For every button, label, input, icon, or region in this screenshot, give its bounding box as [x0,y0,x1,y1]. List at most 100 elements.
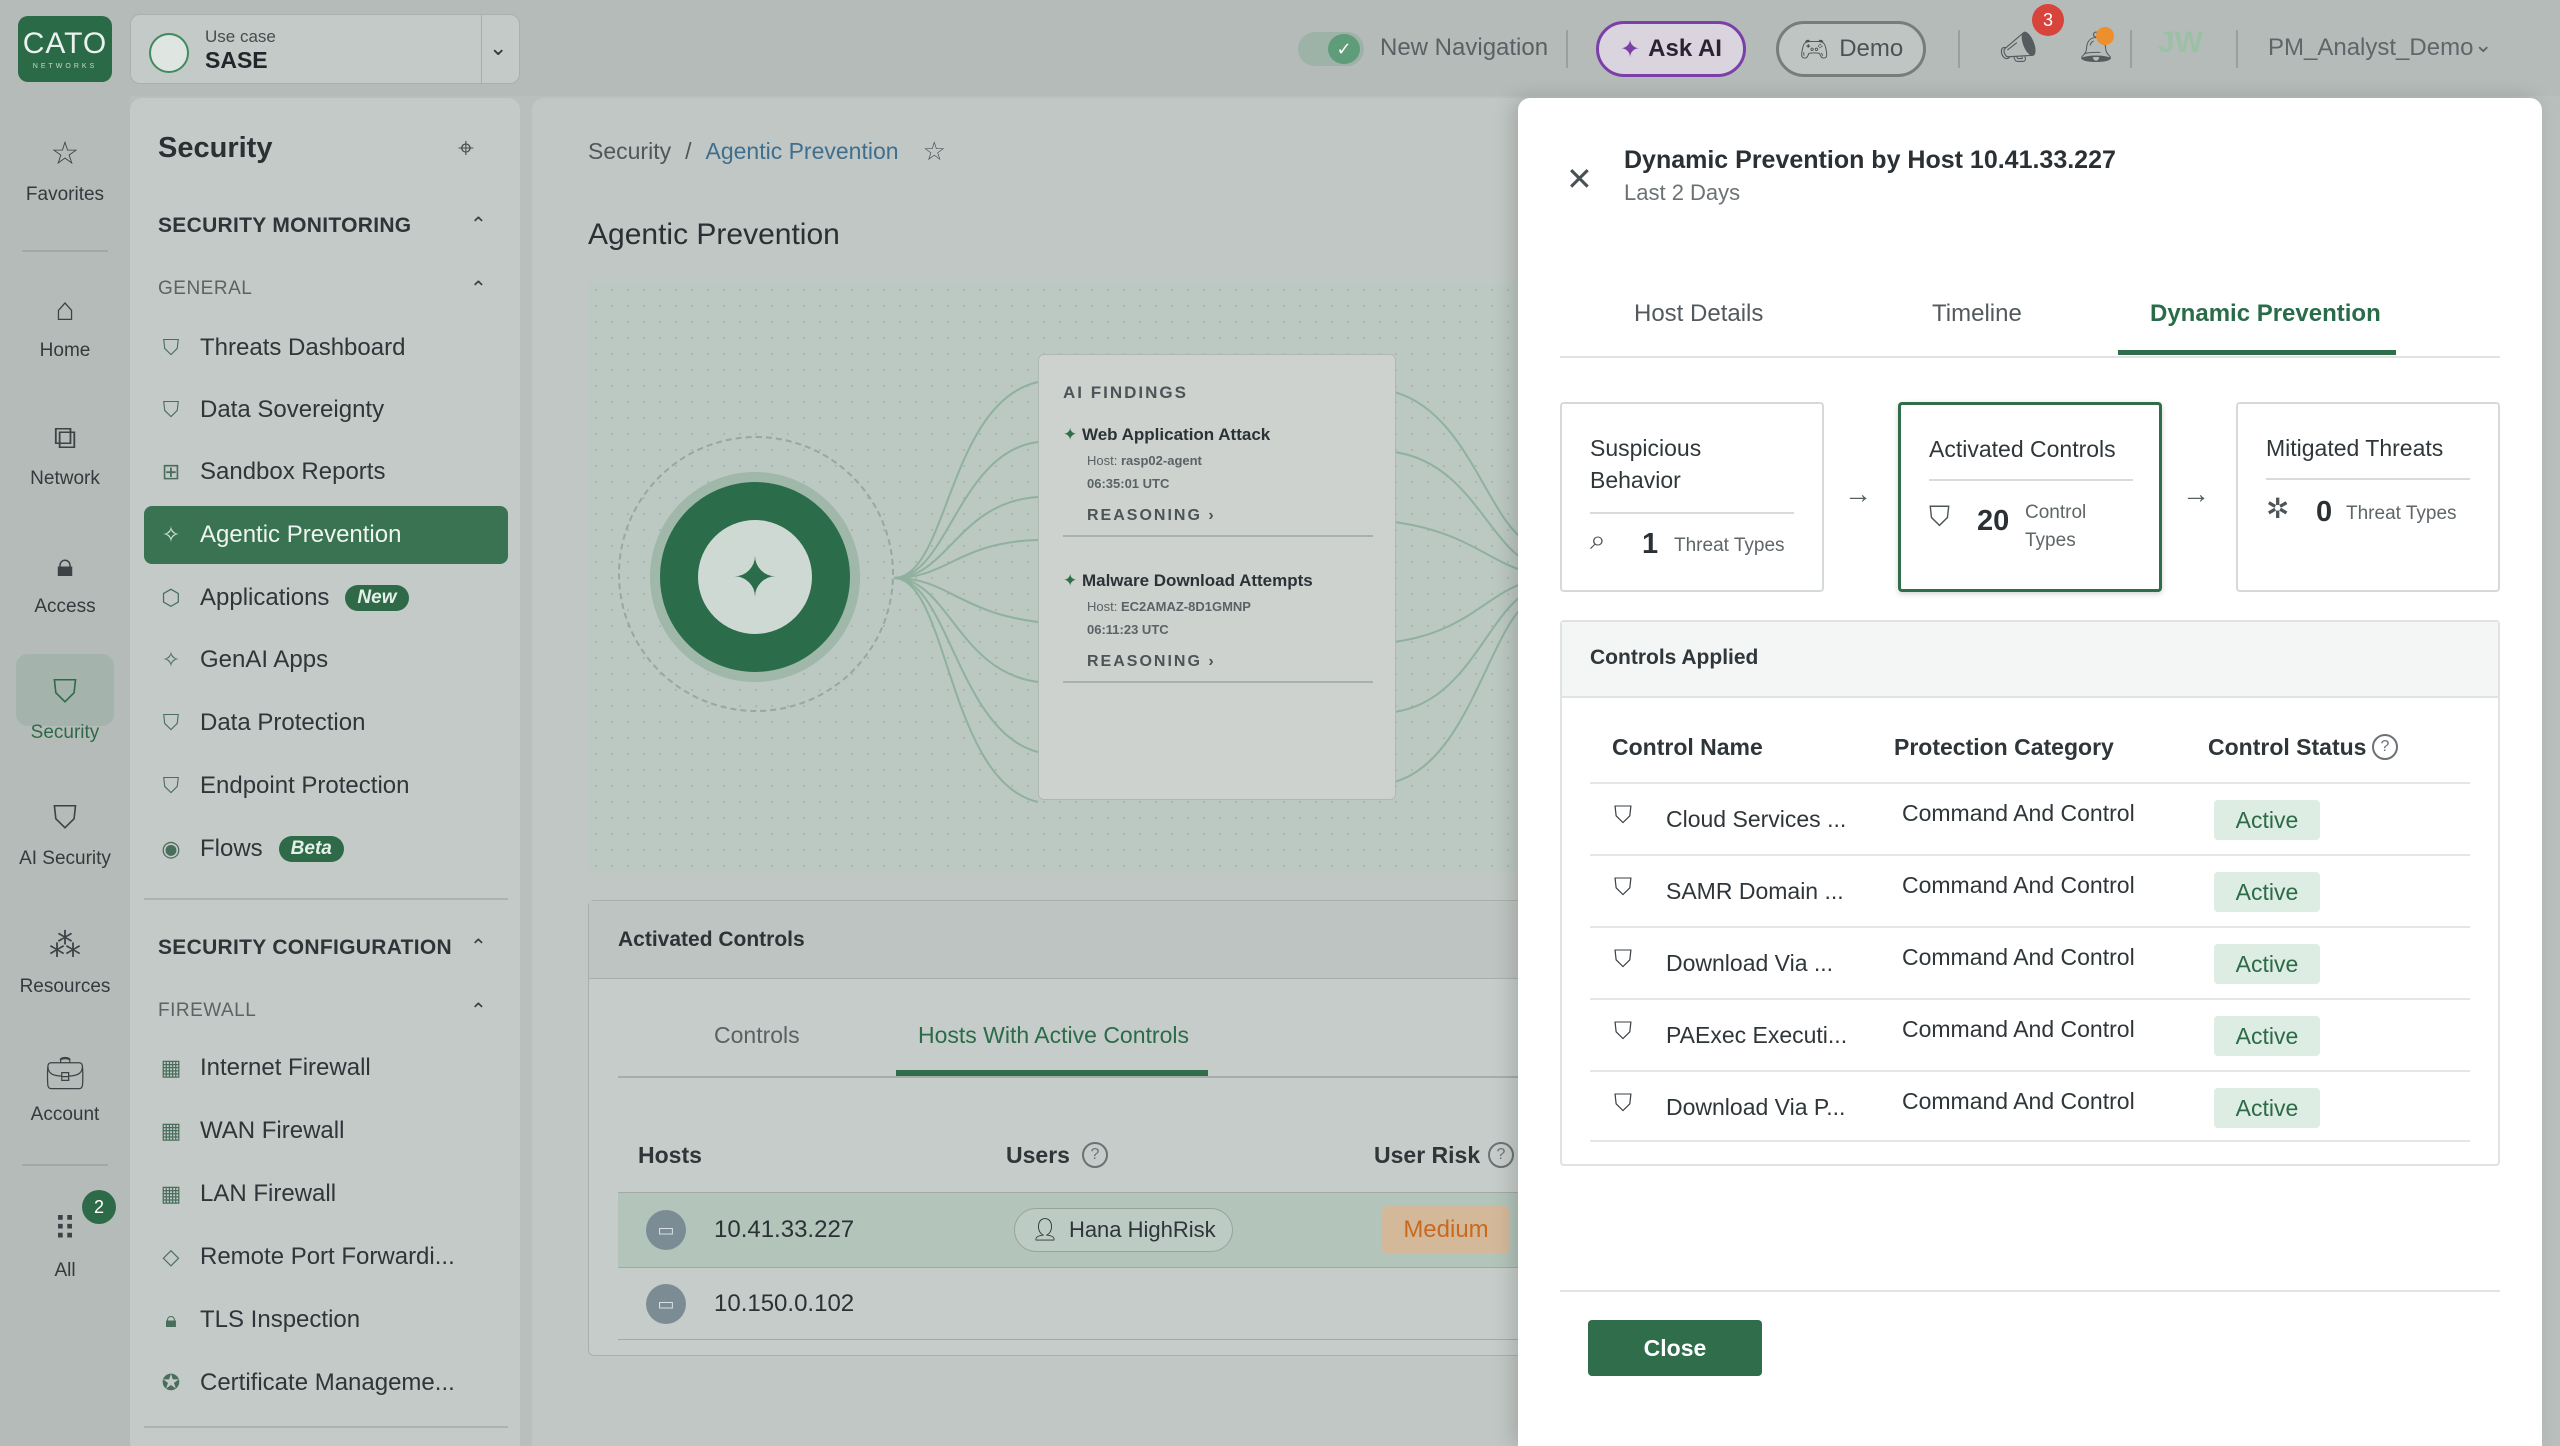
column-header-hosts[interactable]: Hosts [638,1142,702,1169]
new-navigation-toggle[interactable]: ✓ [1298,32,1364,66]
column-header-user-risk[interactable]: User Risk [1374,1142,1480,1169]
chevron-up-icon[interactable]: ⌃ [470,276,487,301]
tab-dynamic-prevention[interactable]: Dynamic Prevention [2150,300,2381,328]
sidebar-item-agentic-prevention[interactable]: ✧ Agentic Prevention [158,515,402,555]
drawer-subtitle: Last 2 Days [1624,180,1741,205]
sidebar-item-data-protection[interactable]: ⛉ Data Protection [158,703,366,743]
sidebar-item-endpoint-protection[interactable]: ⛉ Endpoint Protection [158,766,410,806]
sidebar-item-lan-firewall[interactable]: ▦ LAN Firewall [158,1174,336,1214]
tab-hosts-with-active-controls[interactable]: Hosts With Active Controls [918,1022,1189,1049]
section-security-monitoring[interactable]: SECURITY MONITORING [158,214,411,238]
sidebar-item-label: Data Sovereignty [200,396,385,423]
table-row[interactable]: ⛉ PAExec Executi... Command And Control … [1590,998,2470,1070]
stage-suspicious-behavior[interactable]: Suspicious Behavior ⌕ 1 Threat Types [1560,402,1824,592]
tab-timeline[interactable]: Timeline [1932,300,2022,328]
user-avatar[interactable]: JW [2158,26,2203,60]
megaphone-icon[interactable]: 📣︎ [1996,26,2040,70]
divider [2266,478,2470,480]
target-icon: ◉ [161,836,181,861]
help-icon[interactable]: ? [1488,1142,1514,1168]
breadcrumb-root[interactable]: Security [588,138,671,165]
rail-item-access[interactable]: 🔒︎ Access [0,542,130,618]
rail-item-home[interactable]: ⌂ Home [0,286,130,362]
table-row[interactable]: ⛉ Download Via P... Command And Control … [1590,1070,2470,1142]
control-name[interactable]: Download Via ... [1666,950,1833,977]
rail-item-ai-security[interactable]: ⛉ AI Security [0,794,130,870]
star-icon[interactable]: ☆ [923,136,946,167]
breadcrumb-separator: / [685,138,692,164]
table-row[interactable]: ⛉ Download Via ... Command And Control A… [1590,926,2470,998]
use-case-selector[interactable]: Use case SASE ⌄ [130,14,520,84]
help-icon[interactable]: ? [1082,1142,1108,1168]
finding-item[interactable]: ✦ Web Application Attack Host: rasp02-ag… [1063,425,1373,537]
chevron-down-icon[interactable]: ⌄ [2474,32,2492,58]
control-name[interactable]: Cloud Services ... [1666,806,1846,833]
chevron-up-icon[interactable]: ⌃ [470,934,487,959]
finding-item[interactable]: ✦ Malware Download Attempts Host: EC2AMA… [1063,571,1373,683]
sidebar-item-genai-apps[interactable]: ✧ GenAI Apps [158,640,328,680]
sparkle-icon: ✦ [1063,571,1082,590]
chevron-down-icon[interactable]: ⌄ [489,35,507,61]
ask-ai-button[interactable]: ✦ Ask AI [1596,21,1746,77]
divider [22,1164,108,1166]
cato-logo[interactable]: CATO NETWORKS [18,16,112,82]
sidebar-item-applications[interactable]: ⬡ Applications New [158,578,409,618]
finding-time: 06:35:01 UTC [1087,476,1170,491]
chevron-up-icon[interactable]: ⌃ [470,212,487,237]
tab-host-details[interactable]: Host Details [1634,300,1763,328]
active-tab-indicator [896,1070,1208,1076]
rail-item-network[interactable]: ⧉ Network [0,414,130,490]
help-icon[interactable]: ? [2372,734,2398,760]
sidebar-item-data-sovereignty[interactable]: ⛉ Data Sovereignty [158,390,384,430]
sidebar-item-sandbox-reports[interactable]: ⊞ Sandbox Reports [158,452,386,492]
demo-button[interactable]: 🎮︎ Demo [1776,21,1926,77]
notification-dot [2096,27,2114,45]
column-header-users[interactable]: Users [1006,1142,1070,1169]
unpin-icon[interactable]: ⌖ [458,132,474,165]
sidebar-item-remote-port-forwarding[interactable]: ◇ Remote Port Forwardi... [158,1237,455,1277]
stage-mitigated-threats[interactable]: Mitigated Threats ✲ 0 Threat Types [2236,402,2500,592]
table-row[interactable]: ⛉ SAMR Domain ... Command And Control Ac… [1590,854,2470,926]
rail-item-favorites[interactable]: ☆ Favorites [0,130,130,206]
beta-badge: Beta [278,836,344,862]
sidebar-item-label: Agentic Prevention [200,521,402,548]
column-header-control-status[interactable]: Control Status [2208,734,2366,761]
close-button[interactable]: Close [1588,1320,1762,1376]
reasoning-link[interactable]: REASONING › [1087,653,1373,671]
rail-item-resources[interactable]: ⁂ Resources [0,922,130,998]
stage-activated-controls[interactable]: Activated Controls ⛉ 20 Control Types [1898,402,2162,592]
control-name[interactable]: SAMR Domain ... [1666,878,1844,905]
close-icon[interactable]: ✕ [1566,160,1593,198]
host-ip[interactable]: 10.150.0.102 [714,1290,854,1318]
section-security-configuration[interactable]: SECURITY CONFIGURATION [158,936,452,960]
sidebar-item-flows[interactable]: ◉ Flows Beta [158,829,344,869]
rail-item-security[interactable]: ⛉ Security [0,668,130,744]
host-ip[interactable]: 10.41.33.227 [714,1216,854,1244]
firewall-icon: ▦ [160,1181,182,1206]
sidebar-item-threats-dashboard[interactable]: ⛉ Threats Dashboard [158,328,406,368]
table-row[interactable]: ⛉ Cloud Services ... Command And Control… [1590,782,2470,854]
grid-icon: ⠿ [53,1211,77,1247]
control-name[interactable]: Download Via P... [1666,1094,1845,1121]
user-chip[interactable]: 👤︎ Hana HighRisk [1014,1208,1233,1252]
sidebar-item-certificate-management[interactable]: ✪ Certificate Manageme... [158,1363,455,1403]
column-header-protection-category[interactable]: Protection Category [1894,734,2114,761]
rail-item-account[interactable]: 💼︎ Account [0,1050,130,1126]
reasoning-link[interactable]: REASONING › [1087,507,1373,525]
subsection-general[interactable]: GENERAL [158,278,252,300]
sidebar-item-wan-firewall[interactable]: ▦ WAN Firewall [158,1111,345,1151]
status-badge: Active [2214,944,2320,984]
subsection-firewall[interactable]: FIREWALL [158,1000,256,1022]
chevron-up-icon[interactable]: ⌃ [470,998,487,1023]
username-menu[interactable]: PM_Analyst_Demo [2268,34,2473,62]
sidebar-item-tls-inspection[interactable]: 🔒︎ TLS Inspection [158,1300,360,1340]
rail-label: Account [30,1104,100,1125]
sidebar-item-label: Sandbox Reports [200,458,386,485]
breadcrumb-current[interactable]: Agentic Prevention [705,138,898,165]
control-name[interactable]: PAExec Executi... [1666,1022,1847,1049]
home-icon: ⌂ [55,291,75,327]
tab-controls[interactable]: Controls [714,1022,800,1049]
sidebar-item-internet-firewall[interactable]: ▦ Internet Firewall [158,1048,371,1088]
shield-icon: ⛉ [52,673,77,709]
column-header-control-name[interactable]: Control Name [1612,734,1763,761]
